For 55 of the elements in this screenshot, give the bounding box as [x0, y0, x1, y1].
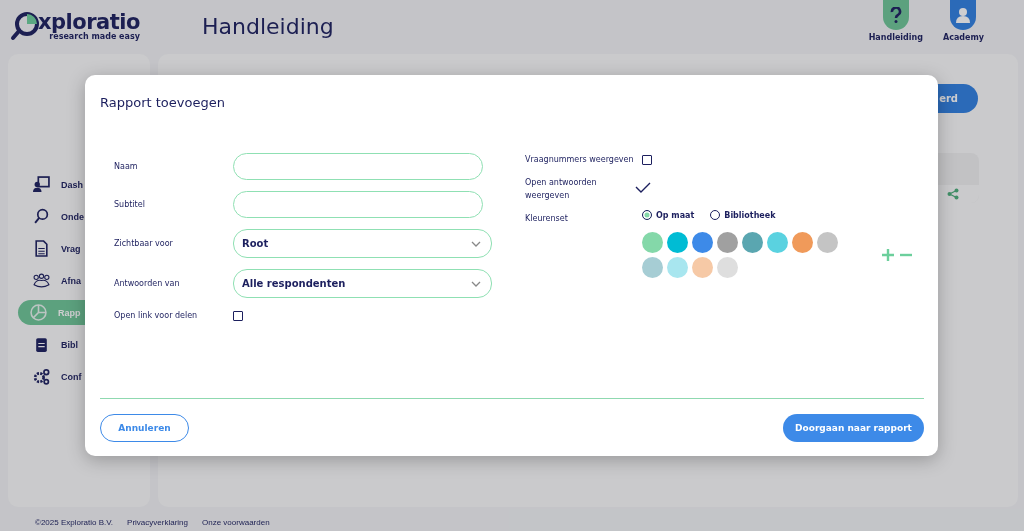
dialog-title: Rapport toevoegen [100, 95, 226, 112]
logo-icon [10, 11, 40, 41]
field-label: Zichtbaar voor [114, 238, 174, 250]
color-swatch[interactable] [667, 232, 688, 253]
dropdown[interactable]: Root [233, 229, 492, 258]
footer-link[interactable]: Privacyverklaring [127, 517, 188, 527]
dropdown[interactable]: Alle respondenten [233, 269, 492, 298]
field-label: Subtitel [114, 199, 146, 211]
share-icon[interactable] [947, 188, 959, 200]
cancel-button[interactable]: Annuleren [100, 414, 189, 442]
color-swatch[interactable] [817, 232, 838, 253]
pie-chart-icon [30, 304, 47, 321]
page-title: Handleiding [202, 13, 335, 39]
group-icon [33, 272, 50, 289]
clipboard-icon [33, 336, 50, 353]
user-icon [955, 7, 972, 23]
radio-option[interactable]: Op maat [642, 210, 695, 220]
color-swatch[interactable] [692, 257, 713, 278]
sidebar-item[interactable]: Dash [18, 172, 142, 197]
field-label: Antwoorden van [114, 278, 181, 290]
button-label[interactable]: Academy [942, 33, 984, 42]
color-swatch[interactable] [717, 232, 738, 253]
dashboard-icon [33, 176, 50, 193]
color-swatch[interactable] [692, 232, 713, 253]
sidebar-item[interactable]: Conf [18, 364, 142, 389]
help-button[interactable] [882, 0, 909, 30]
field-label: Open antwoorden weergeven [525, 177, 598, 202]
search-icon [33, 208, 50, 225]
field-label: Naam [114, 161, 139, 173]
color-swatch[interactable] [667, 257, 688, 278]
color-swatch[interactable] [642, 257, 663, 278]
checkbox[interactable] [642, 154, 652, 165]
copyright-text: ©2025 Exploratio B.V. [35, 517, 114, 527]
color-swatch[interactable] [792, 232, 813, 253]
footer-link[interactable]: Onze voorwaarden [202, 517, 270, 527]
continue-button[interactable]: Doorgaan naar rapport [783, 414, 924, 442]
checkbox[interactable] [233, 310, 243, 321]
color-swatch[interactable] [642, 232, 663, 253]
chevron-down-icon [471, 280, 481, 287]
logo-tagline: research made easy [49, 32, 140, 41]
academy-button[interactable] [950, 0, 977, 30]
field-label: Vraagnummers weergeven [525, 154, 635, 166]
chevron-down-icon [471, 240, 481, 247]
color-swatch[interactable] [717, 257, 738, 278]
checkmark-icon[interactable] [635, 182, 651, 194]
sidebar-item[interactable]: Bibl [18, 332, 142, 357]
help-icon [889, 7, 902, 23]
color-swatch[interactable] [742, 232, 763, 253]
document-icon [33, 240, 50, 257]
plus-icon[interactable] [882, 249, 894, 261]
logo-wordmark: xploratio [38, 12, 140, 32]
field-label: Kleurenset [525, 213, 569, 225]
button-label[interactable]: Handleiding [868, 33, 923, 42]
color-swatch[interactable] [767, 232, 788, 253]
radio-option[interactable]: Bibliotheek [710, 210, 776, 220]
